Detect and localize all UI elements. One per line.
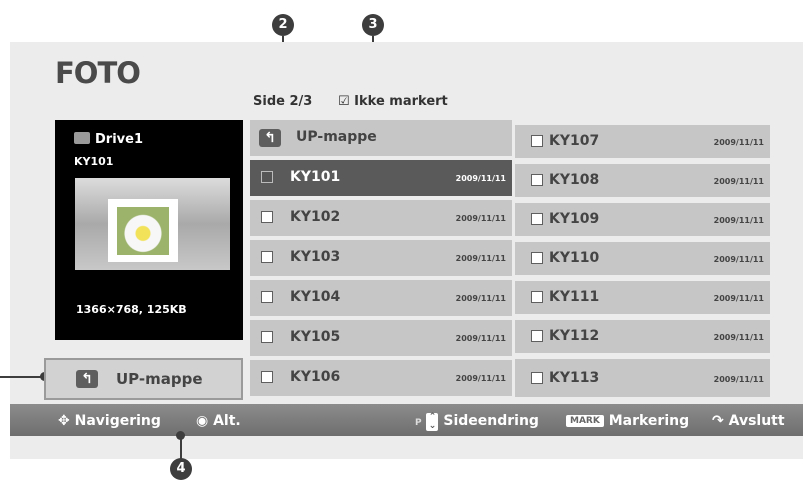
file-item[interactable]: KY110 2009/11/11	[515, 242, 770, 275]
file-item[interactable]: KY112 2009/11/11	[515, 320, 770, 353]
up-folder-icon: ↰	[76, 370, 98, 388]
up-folder-icon: ↰	[259, 129, 281, 147]
checkbox[interactable]	[261, 211, 273, 223]
checkbox[interactable]	[531, 372, 543, 384]
file-name: KY102	[290, 209, 341, 225]
file-item[interactable]: KY111 2009/11/11	[515, 281, 770, 314]
file-date: 2009/11/11	[713, 255, 764, 264]
file-date: 2009/11/11	[455, 334, 506, 343]
options-label: Alt.	[213, 413, 241, 429]
file-item[interactable]: KY109 2009/11/11	[515, 203, 770, 236]
exit-label: Avslutt	[728, 413, 785, 429]
file-name: KY107	[549, 133, 600, 149]
checkbox[interactable]	[531, 135, 543, 147]
file-item[interactable]: KY108 2009/11/11	[515, 164, 770, 197]
checkbox[interactable]	[261, 291, 273, 303]
nav-label: Navigering	[74, 413, 161, 429]
flower-photo-icon	[117, 207, 169, 255]
file-date: 2009/11/11	[713, 375, 764, 384]
callout-4: 4	[170, 458, 192, 480]
grid-up-folder-label: UP-mappe	[296, 129, 377, 145]
file-name: KY112	[549, 328, 600, 344]
preview-file-name: KY101	[74, 155, 114, 168]
file-name: KY108	[549, 172, 600, 188]
checkbox[interactable]	[261, 251, 273, 263]
options-hint: ◉ Alt.	[196, 413, 241, 429]
checkbox[interactable]	[261, 371, 273, 383]
file-name: KY110	[549, 250, 600, 266]
checkbox[interactable]	[531, 213, 543, 225]
drive-label: Drive1	[95, 132, 143, 147]
file-date: 2009/11/11	[713, 177, 764, 186]
file-date: 2009/11/11	[455, 214, 506, 223]
file-name: KY105	[290, 329, 341, 345]
mark-key-icon: MARK	[566, 415, 604, 427]
file-date: 2009/11/11	[455, 174, 506, 183]
callout-1-line	[0, 376, 44, 378]
grid-up-folder[interactable]: ↰ UP-mappe	[250, 120, 512, 156]
page-key-label: P	[415, 418, 422, 428]
file-item[interactable]: KY105 2009/11/11	[250, 320, 512, 356]
drive-icon	[74, 132, 90, 144]
file-date: 2009/11/11	[713, 294, 764, 303]
preview-resolution: 1366×768, 125KB	[76, 303, 187, 316]
file-name: KY106	[290, 369, 341, 385]
file-name: KY111	[549, 289, 600, 305]
page-updown-icon: ⌃ ⌄	[426, 413, 439, 431]
file-item[interactable]: KY103 2009/11/11	[250, 240, 512, 276]
file-name: KY104	[290, 289, 341, 305]
checkbox[interactable]	[261, 171, 273, 183]
file-item[interactable]: KY104 2009/11/11	[250, 280, 512, 316]
file-name: KY103	[290, 249, 341, 265]
file-item[interactable]: KY106 2009/11/11	[250, 360, 512, 396]
file-date: 2009/11/11	[455, 374, 506, 383]
four-way-arrow-icon: ✥	[58, 413, 70, 429]
page-change-hint: P ⌃ ⌄ Sideendring	[415, 413, 539, 431]
file-name: KY109	[549, 211, 600, 227]
callout-4-line	[180, 435, 182, 459]
marking-label: Markering	[608, 413, 690, 429]
checkbox[interactable]	[261, 331, 273, 343]
checkbox[interactable]	[531, 252, 543, 264]
file-name: KY101	[290, 169, 341, 185]
file-date: 2009/11/11	[713, 216, 764, 225]
exit-hint: ↷ Avslutt	[712, 413, 785, 429]
file-name: KY113	[549, 370, 600, 386]
file-date: 2009/11/11	[713, 138, 764, 147]
file-item[interactable]: KY107 2009/11/11	[515, 125, 770, 158]
return-arrow-icon: ↷	[712, 413, 724, 429]
checkbox[interactable]	[531, 174, 543, 186]
mark-status: ☑ Ikke markert	[338, 94, 448, 109]
file-date: 2009/11/11	[713, 333, 764, 342]
page-title: FOTO	[55, 56, 141, 90]
page-change-label: Sideendring	[443, 413, 539, 429]
page-indicator: Side 2/3	[253, 94, 313, 109]
up-folder-label: UP-mappe	[116, 370, 203, 388]
file-date: 2009/11/11	[455, 254, 506, 263]
callout-2: 2	[272, 14, 294, 36]
file-item[interactable]: KY102 2009/11/11	[250, 200, 512, 236]
checkbox[interactable]	[531, 291, 543, 303]
checkbox[interactable]	[531, 330, 543, 342]
file-item[interactable]: KY101 2009/11/11	[250, 160, 512, 196]
marking-hint: MARK Markering	[566, 413, 689, 429]
ok-circle-icon: ◉	[196, 413, 209, 429]
file-item[interactable]: KY113 2009/11/11	[515, 359, 770, 397]
callout-3: 3	[362, 14, 384, 36]
file-date: 2009/11/11	[455, 294, 506, 303]
nav-hint: ✥ Navigering	[58, 413, 161, 429]
